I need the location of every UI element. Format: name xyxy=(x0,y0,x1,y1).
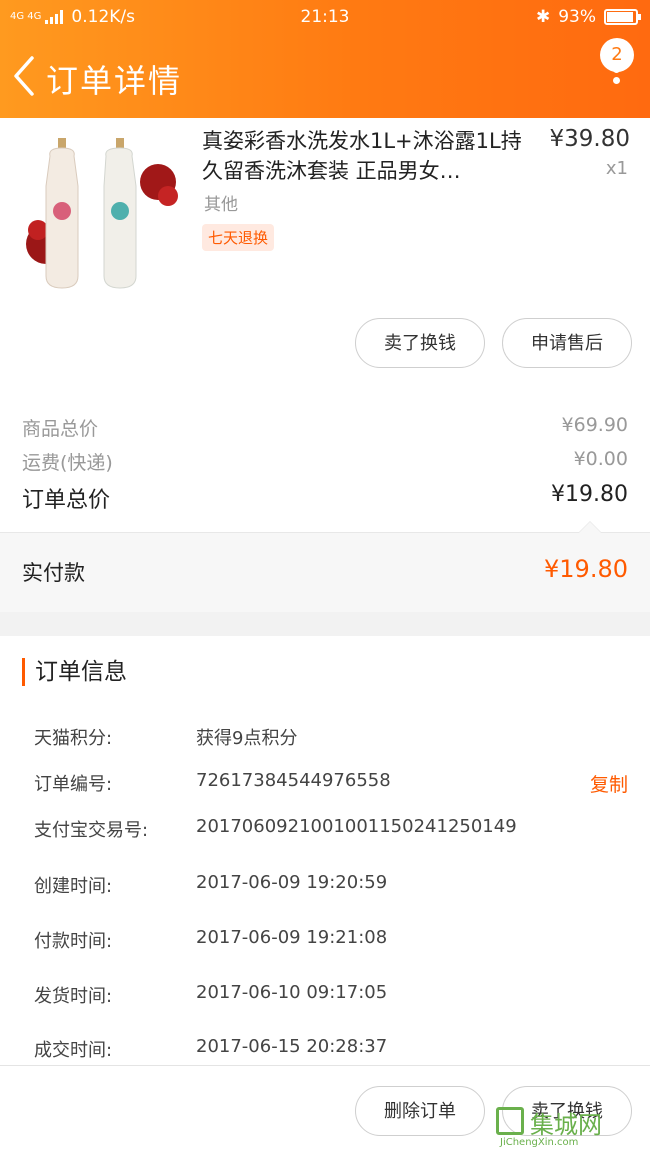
goods-total-value: ¥69.90 xyxy=(561,414,628,436)
paid-label: 实付款 xyxy=(22,561,85,585)
product-quantity: x1 xyxy=(605,158,628,179)
watermark: 集城网 JiChengXin.com xyxy=(496,1103,646,1149)
info-value: 72617384544976558 xyxy=(196,770,391,791)
pointer-arrow-icon xyxy=(578,521,602,533)
copy-order-number-button[interactable]: 复制 xyxy=(590,770,628,797)
return-policy-tag: 七天退换 xyxy=(202,224,275,251)
page-title: 订单详情 xyxy=(46,62,183,100)
product-image[interactable] xyxy=(20,126,182,296)
info-key: 付款时间: xyxy=(34,931,113,952)
watermark-logo-icon xyxy=(496,1107,524,1135)
info-value: 2017-06-15 20:28:37 xyxy=(196,1036,388,1057)
product-name[interactable]: 真姿彩香水洗发水1L+沐浴露1L持久留香洗沐套装 正品男女… xyxy=(202,126,532,186)
after-sale-button[interactable]: 申请售后 xyxy=(502,318,632,368)
product-spec: 其他 xyxy=(204,195,238,215)
info-key: 成交时间: xyxy=(34,1040,113,1061)
watermark-url: JiChengXin.com xyxy=(500,1137,579,1148)
back-button[interactable] xyxy=(10,54,38,98)
bottom-action-bar: 删除订单 卖了换钱 集城网 JiChengXin.com xyxy=(0,1065,650,1155)
order-total-value: ¥19.80 xyxy=(551,482,628,507)
info-value: 2017060921001001150241250149 xyxy=(196,816,517,837)
more-menu-button[interactable] xyxy=(610,66,622,96)
info-value: 获得9点积分 xyxy=(196,728,298,749)
battery-percent: 93% xyxy=(558,7,596,27)
bluetooth-icon: ✱ xyxy=(535,7,551,27)
shipping-value: ¥0.00 xyxy=(573,448,628,470)
more-dots-icon xyxy=(612,77,620,84)
battery-icon xyxy=(604,9,641,25)
product-price: ¥39.80 xyxy=(549,126,630,152)
app-header: 4G 4G 0.12K/s 21:13 ✱ 93% 订单详情 2 xyxy=(0,0,650,118)
sell-for-cash-button[interactable]: 卖了换钱 xyxy=(355,318,485,368)
info-key: 天猫积分: xyxy=(34,728,113,749)
info-key: 订单编号: xyxy=(34,774,113,795)
order-total-label: 订单总价 xyxy=(22,488,111,513)
goods-total-label: 商品总价 xyxy=(22,418,99,440)
info-key: 创建时间: xyxy=(34,876,113,897)
status-bar: 4G 4G 0.12K/s 21:13 ✱ 93% xyxy=(0,0,650,36)
order-info-title: 订单信息 xyxy=(22,658,127,686)
delete-order-button[interactable]: 删除订单 xyxy=(355,1086,485,1136)
info-value: 2017-06-10 09:17:05 xyxy=(196,982,388,1003)
shipping-label: 运费(快递) xyxy=(22,452,113,474)
chevron-left-icon xyxy=(14,56,34,96)
more-dots-icon xyxy=(612,66,620,73)
info-value: 2017-06-09 19:20:59 xyxy=(196,872,388,893)
paid-amount-row: 实付款 ¥19.80 xyxy=(0,521,650,612)
product-card[interactable]: 真姿彩香水洗发水1L+沐浴露1L持久留香洗沐套装 正品男女… ¥39.80 x1… xyxy=(0,118,650,390)
watermark-text: 集城网 xyxy=(530,1111,602,1139)
info-key: 支付宝交易号: xyxy=(34,820,149,841)
info-value: 2017-06-09 19:21:08 xyxy=(196,927,388,948)
order-info-section: 订单信息 天猫积分: 获得9点积分 订单编号: 7261738454497655… xyxy=(0,636,650,1066)
status-right: ✱ 93% xyxy=(535,7,641,27)
paid-value: ¥19.80 xyxy=(544,555,628,583)
info-key: 发货时间: xyxy=(34,986,113,1007)
price-summary: 商品总价 ¥69.90 运费(快递) ¥0.00 订单总价 ¥19.80 xyxy=(0,390,650,532)
